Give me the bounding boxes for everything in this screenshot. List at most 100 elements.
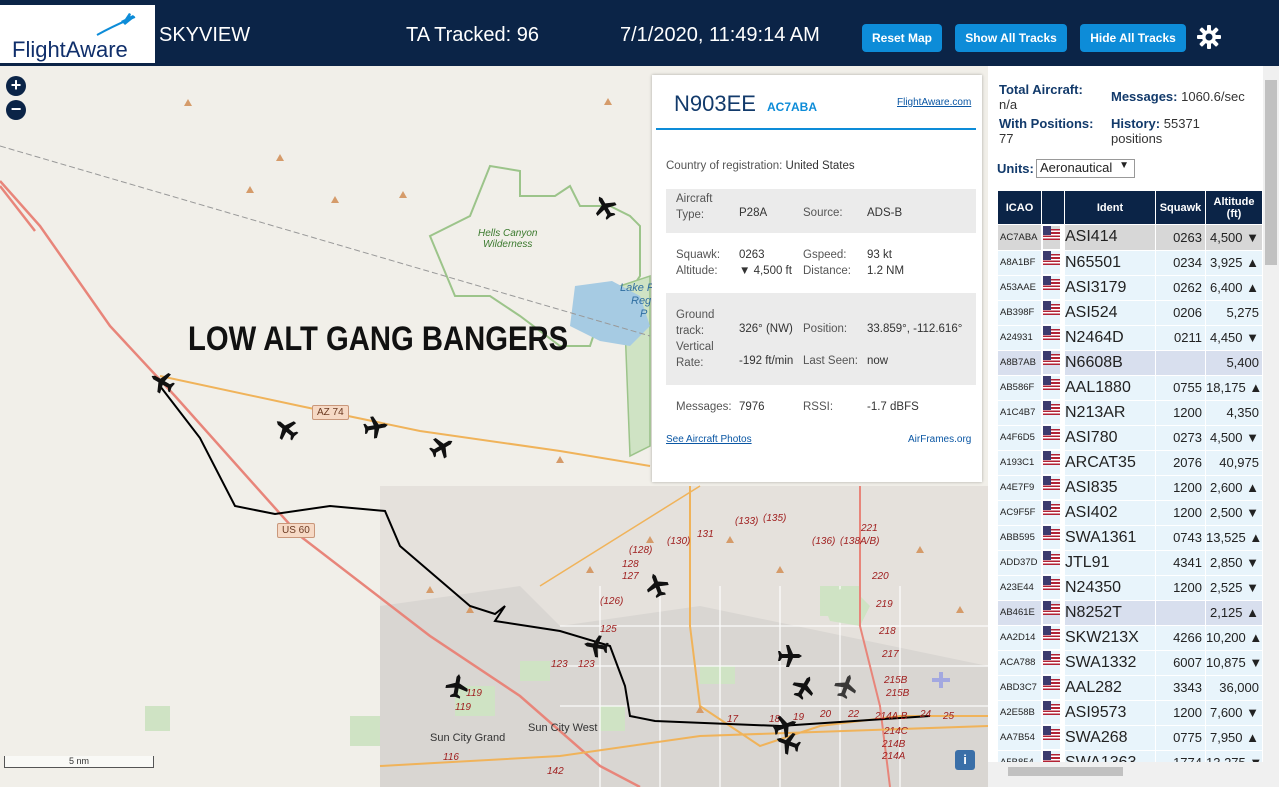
horizontal-scrollbar-thumb[interactable] (1008, 767, 1123, 776)
table-row[interactable]: AC9F5F ASI402 1200 2,500 ▼ (997, 499, 1263, 526)
table-row[interactable]: A2E58B ASI9573 1200 7,600 ▼ (997, 699, 1263, 726)
distance-label: Distance: (803, 265, 851, 277)
col-header-ident[interactable]: Ident (1064, 190, 1156, 225)
table-row[interactable]: A23E44 N24350 1200 2,525 ▼ (997, 574, 1263, 601)
aircraft-marker-icon[interactable] (778, 645, 802, 667)
aircraft-marker-icon[interactable] (269, 412, 303, 446)
altitude-label: Altitude: (676, 265, 718, 277)
vertical-rate-value: -192 ft/min (739, 355, 794, 367)
table-row[interactable]: A1C4B7 N213AR 1200 4,350 (997, 399, 1263, 426)
popup-country-row: Country of registration: United States (666, 160, 976, 172)
ground-track-value: 326° (NW) (739, 323, 793, 335)
table-row[interactable]: AB461E N8252T 2,125 ▲ (997, 599, 1263, 626)
table-row[interactable]: AB586F AAL1880 0755 18,175 ▲ (997, 374, 1263, 401)
table-row[interactable]: A24931 N2464D 0211 4,450 ▼ (997, 324, 1263, 351)
units-select[interactable]: Aeronautical ▼ (1036, 159, 1135, 178)
aircraft-marker-icon[interactable] (769, 711, 801, 741)
hide-all-tracks-button[interactable]: Hide All Tracks (1080, 24, 1186, 52)
aircraft-marker-icon[interactable] (362, 414, 390, 440)
table-row[interactable]: AB398F ASI524 0206 5,275 (997, 299, 1263, 326)
col-header-altitude[interactable]: Altitude (ft) (1205, 190, 1263, 225)
table-row[interactable]: A8B7AB N6608B 5,400 (997, 349, 1263, 376)
table-row[interactable]: ACA788 SWA1332 6007 10,875 ▼ (997, 649, 1263, 676)
ident-cell: N65501 (1064, 249, 1156, 276)
messages-stat: Messages: 1060.6/sec (1111, 89, 1245, 104)
aircraft-table: ICAO Ident Squawk Altitude (ft) AC7ABA AS… (997, 190, 1263, 776)
aircraft-marker-icon[interactable] (831, 670, 861, 702)
col-header-icao[interactable]: ICAO (997, 190, 1042, 225)
table-row[interactable]: ADD37D JTL91 4341 2,850 ▼ (997, 549, 1263, 576)
us-flag-icon (1043, 379, 1060, 391)
flightaware-logo[interactable]: FlightAware (0, 5, 155, 63)
us-flag-icon (1043, 579, 1060, 591)
aircraft-marker-icon[interactable] (426, 431, 458, 463)
ident-cell: SKW213X (1064, 624, 1156, 651)
altitude-cell: 2,525 ▼ (1205, 574, 1263, 601)
altitude-cell: 3,925 ▲ (1205, 249, 1263, 276)
ident-cell: ASI524 (1064, 299, 1156, 326)
aircraft-sidebar: Total Aircraft: n/a Messages: 1060.6/sec… (988, 66, 1279, 787)
info-button[interactable]: i (955, 750, 975, 770)
squawk-cell: 0775 (1155, 724, 1206, 751)
messages-rate-value: 1060.6/sec (1181, 89, 1245, 104)
aircraft-photos-link[interactable]: See Aircraft Photos (666, 434, 752, 445)
squawk-cell: 0273 (1155, 424, 1206, 451)
units-selected-value: Aeronautical (1040, 160, 1113, 175)
table-row[interactable]: A4F6D5 ASI780 0273 4,500 ▼ (997, 424, 1263, 451)
table-row[interactable]: A8A1BF N65501 0234 3,925 ▲ (997, 249, 1263, 276)
aircraft-marker-icon[interactable] (582, 633, 610, 659)
table-row[interactable]: A4E7F9 ASI835 1200 2,600 ▲ (997, 474, 1263, 501)
logo-text: FlightAware (12, 37, 128, 62)
airframes-link[interactable]: AirFrames.org (908, 434, 971, 445)
show-all-tracks-button[interactable]: Show All Tracks (955, 24, 1067, 52)
icao-cell: AA7B54 (997, 724, 1042, 751)
altitude-cell: 4,350 (1205, 399, 1263, 426)
table-row[interactable]: AA7B54 SWA268 0775 7,950 ▲ (997, 724, 1263, 751)
squawk-cell: 0211 (1155, 324, 1206, 351)
country-value: United States (785, 160, 855, 172)
reset-map-button[interactable]: Reset Map (862, 24, 942, 52)
us-flag-icon (1043, 629, 1060, 641)
table-row[interactable]: A193C1 ARCAT35 2076 40,975 (997, 449, 1263, 476)
altitude-cell: 7,600 ▼ (1205, 699, 1263, 726)
table-row[interactable]: A53AAE ASI3179 0262 6,400 ▲ (997, 274, 1263, 301)
table-row[interactable]: AC7ABA ASI414 0263 4,500 ▼ (997, 224, 1263, 251)
us-flag-icon (1043, 279, 1060, 291)
logo-plane-icon (96, 13, 136, 36)
squawk-cell: 1200 (1155, 574, 1206, 601)
squawk-cell: 0755 (1155, 374, 1206, 401)
altitude-cell: 2,850 ▼ (1205, 549, 1263, 576)
ident-cell: ASI402 (1064, 499, 1156, 526)
gear-icon[interactable] (1196, 24, 1222, 50)
aircraft-marker-icon[interactable] (642, 569, 672, 601)
icao-cell: AC9F5F (997, 499, 1042, 526)
squawk-cell: 0743 (1155, 524, 1206, 551)
flag-cell (1042, 700, 1061, 725)
flag-cell (1042, 725, 1061, 750)
history-stat: History: 55371 positions (1111, 116, 1231, 146)
icao-cell: ABD3C7 (997, 674, 1042, 701)
position-label: Position: (803, 323, 848, 335)
aircraft-marker-icon[interactable] (788, 671, 820, 703)
us-flag-icon (1043, 554, 1060, 566)
table-row[interactable]: AA2D14 SKW213X 4266 10,200 ▲ (997, 624, 1263, 651)
us-flag-icon (1043, 729, 1060, 741)
flightaware-link[interactable]: FlightAware.com (897, 97, 971, 108)
flag-cell (1042, 650, 1061, 675)
table-row[interactable]: ABD3C7 AAL282 3343 36,000 (997, 674, 1263, 701)
col-header-squawk[interactable]: Squawk (1155, 190, 1206, 225)
aircraft-marker-icon[interactable] (444, 672, 470, 700)
ident-cell: ARCAT35 (1064, 449, 1156, 476)
aircraft-marker-icon[interactable] (146, 366, 178, 398)
col-header-flag[interactable] (1041, 190, 1065, 225)
squawk-cell: 3343 (1155, 674, 1206, 701)
icao-cell: AB461E (997, 599, 1042, 626)
table-row[interactable]: ABB595 SWA1361 0743 13,525 ▲ (997, 524, 1263, 551)
history-label: History: (1111, 116, 1161, 131)
squawk-cell: 1200 (1155, 399, 1206, 426)
scrollbar-thumb[interactable] (1265, 80, 1277, 265)
aircraft-marker-icon[interactable] (589, 191, 621, 223)
icao-cell: ABB595 (997, 524, 1042, 551)
ident-cell: N8252T (1064, 599, 1156, 626)
icao-cell: A193C1 (997, 449, 1042, 476)
